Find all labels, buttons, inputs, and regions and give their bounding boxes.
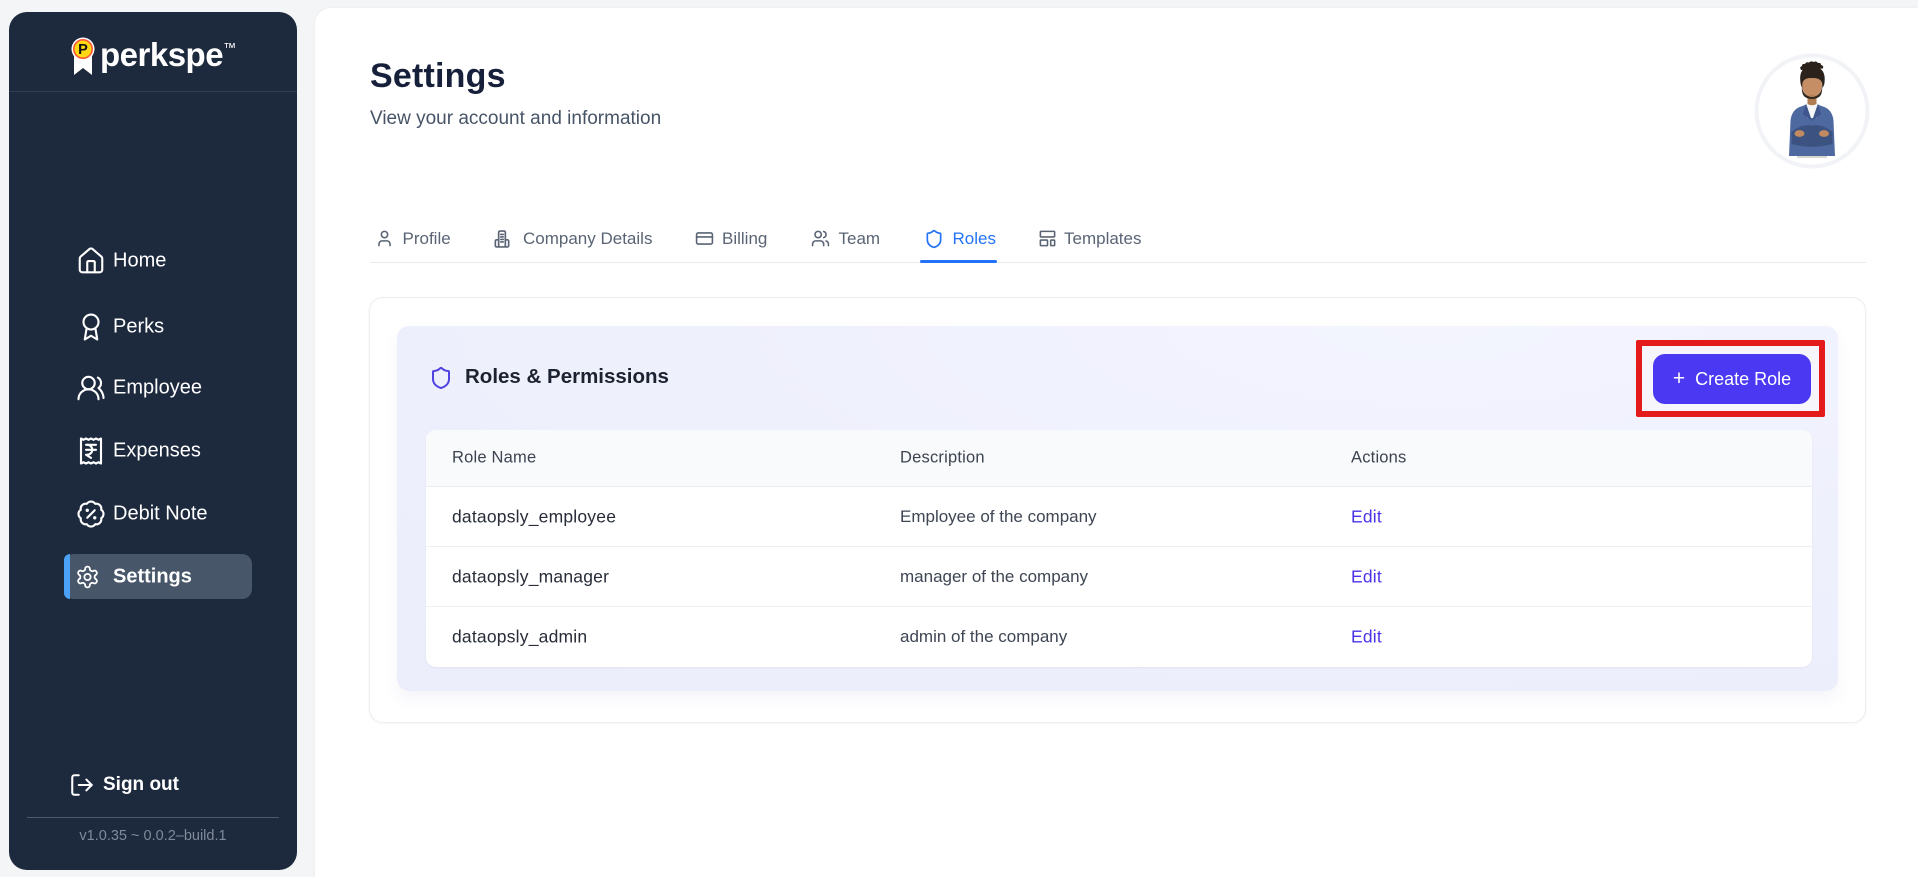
svg-text:P: P xyxy=(78,42,88,58)
